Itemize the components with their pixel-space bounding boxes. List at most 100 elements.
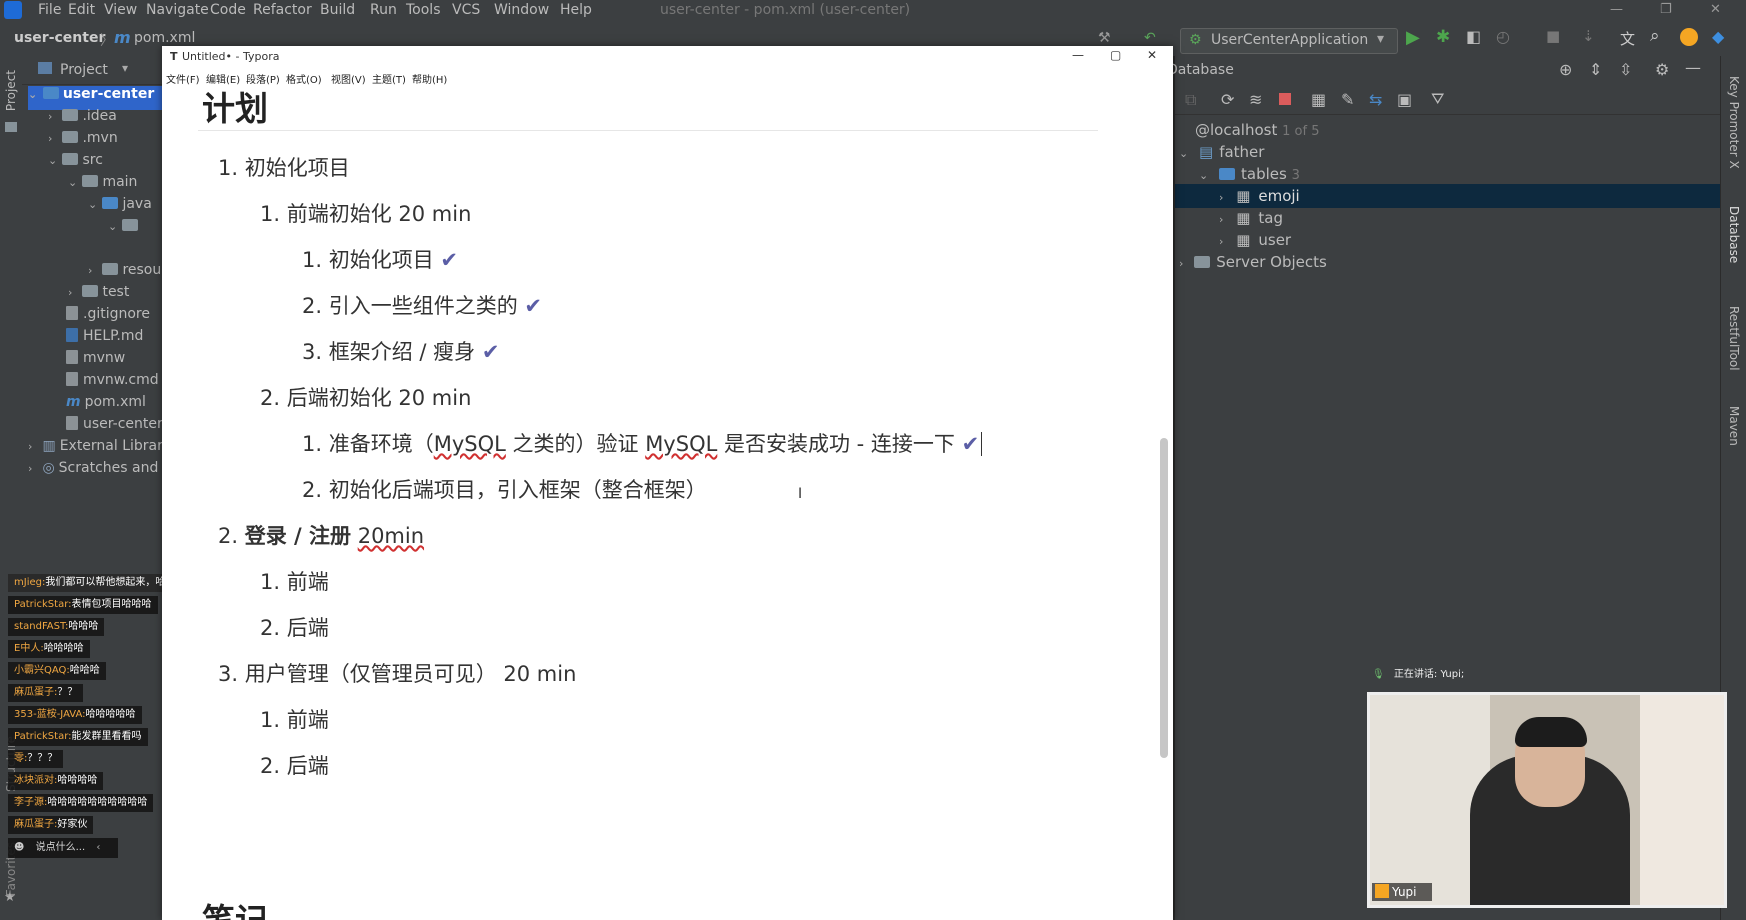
list-item: 1. 前端 xyxy=(260,570,329,594)
db-table-tag[interactable]: › ▦ tag xyxy=(1219,206,1283,230)
tree-item-mvnw[interactable]: mvnw xyxy=(66,350,125,374)
search-icon[interactable]: ⌕ xyxy=(1650,26,1660,46)
project-tool-tab[interactable]: Project xyxy=(4,70,18,111)
tree-label: pom.xml xyxy=(84,394,146,410)
tree-item-mvn[interactable]: › .mvn xyxy=(48,130,118,154)
schema-icon[interactable]: ≋ xyxy=(1249,90,1262,109)
tree-item-external-libraries[interactable]: › ▥External Libraries xyxy=(28,438,162,462)
restful-tool-tab[interactable]: RestfulTool xyxy=(1727,306,1741,371)
typora-menu-edit[interactable]: 编辑(E) xyxy=(206,71,240,86)
tree-item-pom-xml[interactable]: m pom.xml xyxy=(66,394,146,418)
tree-item-resources[interactable]: › resources xyxy=(88,262,162,286)
db-table-emoji[interactable]: › ▦ emoji xyxy=(1175,184,1720,208)
coverage-icon[interactable]: ◧ xyxy=(1466,27,1481,46)
table-icon[interactable]: ▦ xyxy=(1311,90,1326,109)
hide-panel-icon[interactable]: — xyxy=(1685,58,1701,77)
chevron-left-icon[interactable]: ‹ xyxy=(96,842,100,853)
tree-item-user-center[interactable]: ⌄ user-center xyxy=(28,86,162,110)
tree-item-idea[interactable]: › .idea xyxy=(48,108,117,132)
tree-item-scratches[interactable]: › ◎Scratches and Consoles xyxy=(28,460,162,484)
chevron-down-icon[interactable]: ▾ xyxy=(122,61,128,75)
tree-item-src[interactable]: ⌄ src xyxy=(48,152,103,176)
tree-item-package[interactable]: ⌄ xyxy=(108,218,142,242)
expand-all-icon[interactable]: ⇕ xyxy=(1589,60,1602,79)
close-icon[interactable]: ✕ xyxy=(1710,2,1721,17)
menu-file[interactable]: File xyxy=(38,2,61,18)
scrollbar-thumb[interactable] xyxy=(1160,438,1168,758)
chevron-right-icon: › xyxy=(1219,191,1224,204)
chat-input[interactable]: ☻ 说点什么... ‹ xyxy=(8,838,118,858)
typora-menu-file[interactable]: 文件(F) xyxy=(166,71,200,86)
edit-icon[interactable]: ✎ xyxy=(1341,90,1354,109)
typora-menu-view[interactable]: 视图(V) xyxy=(331,71,366,86)
db-connection[interactable]: @localhost 1 of 5 xyxy=(1195,118,1319,142)
typora-document[interactable]: 计划 1. 初始化项目 1. 前端初始化 20 min 1. 初始化项目 ✔ 2… xyxy=(162,86,1173,920)
typora-menu-paragraph[interactable]: 段落(P) xyxy=(246,71,280,86)
tree-item-iml[interactable]: user-center.iml xyxy=(66,416,162,440)
hammer-icon[interactable]: ⚒ xyxy=(1098,30,1111,46)
console-icon[interactable]: ▣ xyxy=(1397,90,1412,109)
profile-icon[interactable]: ◴ xyxy=(1496,27,1510,46)
maven-tab[interactable]: Maven xyxy=(1727,406,1741,446)
menu-refactor[interactable]: Refactor xyxy=(253,2,312,18)
debug-icon[interactable]: ✱ xyxy=(1436,27,1450,47)
key-promoter-tab[interactable]: Key Promoter X xyxy=(1727,76,1741,169)
menu-help[interactable]: Help xyxy=(560,2,592,18)
emoji-icon[interactable]: ☻ xyxy=(14,842,24,853)
db-table-user[interactable]: › ▦ user xyxy=(1219,228,1291,252)
menu-vcs[interactable]: VCS xyxy=(452,2,480,18)
stop-icon[interactable]: ■ xyxy=(1546,27,1560,45)
breadcrumb-file[interactable]: pom.xml xyxy=(134,30,195,46)
check-icon: ✔ xyxy=(440,248,459,272)
vcs-arrow-icon[interactable]: ↶ xyxy=(1144,30,1156,46)
run-icon[interactable]: ▶ xyxy=(1406,27,1420,48)
db-server-objects[interactable]: › Server Objects xyxy=(1179,250,1327,274)
db-schema-father[interactable]: ⌄ ▤ father xyxy=(1179,140,1264,164)
maximize-icon[interactable]: ▢ xyxy=(1110,48,1121,62)
db-tables-folder[interactable]: ⌄ tables 3 xyxy=(1199,162,1300,186)
list-item: 2. 初始化后端项目，引入框架（整合框架） xyxy=(302,478,707,502)
tree-item-test[interactable]: › test xyxy=(68,284,129,308)
gitignore-file-icon xyxy=(66,306,78,320)
breadcrumb-project[interactable]: user-center xyxy=(14,30,105,46)
stop-icon[interactable] xyxy=(1279,93,1291,105)
chat-input-placeholder: 说点什么... xyxy=(35,842,86,853)
locate-icon[interactable]: ⊕ xyxy=(1559,60,1572,79)
project-panel-title[interactable]: Project xyxy=(60,62,108,78)
menu-build[interactable]: Build xyxy=(320,2,355,18)
tree-item-main[interactable]: ⌄ main xyxy=(68,174,137,198)
filter-icon[interactable]: ⛛ xyxy=(1431,89,1444,109)
update-icon[interactable] xyxy=(1680,28,1698,46)
tree-item-java[interactable]: ⌄ java xyxy=(88,196,152,220)
database-tab[interactable]: Database xyxy=(1727,206,1741,263)
tree-item-mvnw-cmd[interactable]: mvnw.cmd xyxy=(66,372,159,396)
folder-icon xyxy=(82,285,99,297)
minimize-icon[interactable]: — xyxy=(1072,48,1084,62)
typora-menu-themes[interactable]: 主题(T) xyxy=(372,71,406,86)
gear-icon[interactable]: ⚙ xyxy=(1655,60,1669,79)
close-icon[interactable]: ✕ xyxy=(1147,48,1157,62)
menu-navigate[interactable]: Navigate xyxy=(146,2,209,18)
typora-menu-format[interactable]: 格式(O) xyxy=(286,71,322,86)
translate-icon[interactable]: 文 xyxy=(1620,28,1635,49)
run-configuration-select[interactable]: ⚙ UserCenterApplication ▾ xyxy=(1180,28,1398,54)
menu-edit[interactable]: Edit xyxy=(68,2,95,18)
menu-window[interactable]: Window xyxy=(494,2,549,18)
menu-view[interactable]: View xyxy=(104,2,137,18)
restore-icon[interactable]: ❐ xyxy=(1660,2,1672,17)
minimize-icon[interactable]: — xyxy=(1610,2,1623,17)
collapse-all-icon[interactable]: ⇳ xyxy=(1619,60,1632,79)
menu-tools[interactable]: Tools xyxy=(406,2,441,18)
copy-icon[interactable]: ⧉ xyxy=(1185,90,1196,110)
typora-menu-help[interactable]: 帮助(H) xyxy=(412,71,447,86)
tree-item-gitignore[interactable]: .gitignore xyxy=(66,306,150,330)
maven-file-icon: m xyxy=(66,394,81,410)
tree-item-help-md[interactable]: HELP.md xyxy=(66,328,143,352)
plugin-icon[interactable]: ◆ xyxy=(1712,27,1724,46)
menu-code[interactable]: Code xyxy=(210,2,246,18)
typora-window: T Untitled• - Typora — ▢ ✕ 文件(F) 编辑(E) 段… xyxy=(162,46,1173,920)
menu-run[interactable]: Run xyxy=(370,2,397,18)
jump-icon[interactable]: ⇆ xyxy=(1369,90,1382,109)
vcs-update-icon[interactable]: ⇣ xyxy=(1582,27,1595,45)
refresh-icon[interactable]: ⟳ xyxy=(1221,90,1234,109)
